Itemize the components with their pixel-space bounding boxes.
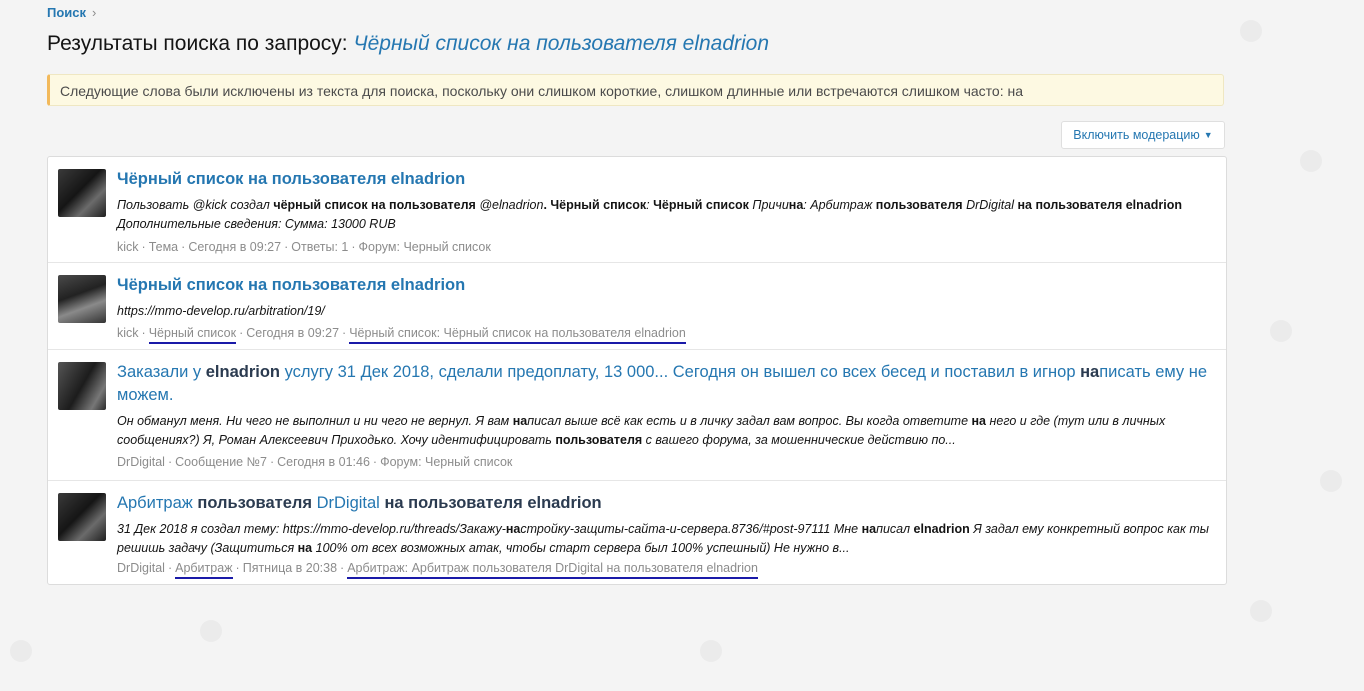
result-title[interactable]: Заказали у elnadrion услугу 31 Дек 2018,… xyxy=(117,361,1216,407)
replies-count: Ответы: 1 xyxy=(291,240,349,254)
content-type: Тема xyxy=(148,240,179,254)
search-results-list: Чёрный список на пользователя elnadrion … xyxy=(47,156,1227,585)
avatar[interactable] xyxy=(58,169,106,217)
forum-link[interactable]: Форум: Черный список xyxy=(359,240,491,254)
timestamp: Сегодня в 09:27 xyxy=(246,326,340,340)
result-snippet: https://mmo-develop.ru/arbitration/19/ xyxy=(117,304,325,318)
caret-down-icon: ▼ xyxy=(1203,130,1213,140)
thread-link[interactable]: Чёрный список: Чёрный список на пользова… xyxy=(349,326,686,344)
result-snippet: Пользовать @kick создал чёрный список на… xyxy=(117,198,1182,231)
search-result: Чёрный список на пользователя elnadrion … xyxy=(48,263,1226,350)
timestamp: Сегодня в 09:27 xyxy=(188,240,282,254)
thread-link[interactable]: Арбитраж: Арбитраж пользователя DrDigita… xyxy=(347,561,758,579)
result-meta: kick · Чёрный список · Сегодня в 09:27 · Чёрны… xyxy=(117,324,1216,344)
result-meta: DrDigital · Сообщение №7 · Сегодня в 01:46 · Ф… xyxy=(117,455,513,469)
avatar[interactable] xyxy=(58,493,106,541)
page-title: Результаты поиска по запросу: Чёрный спи… xyxy=(47,32,769,56)
author-link[interactable]: kick xyxy=(117,240,139,254)
avatar[interactable] xyxy=(58,362,106,410)
category-link[interactable]: Арбитраж xyxy=(175,561,233,579)
search-result: Заказали у elnadrion услугу 31 Дек 2018,… xyxy=(48,350,1226,481)
page-title-prefix: Результаты поиска по запросу: xyxy=(47,32,354,55)
content-type: Сообщение №7 xyxy=(175,455,267,469)
excluded-words-notice: Следующие слова были исключены из текста… xyxy=(47,74,1224,106)
forum-link[interactable]: Форум: Черный список xyxy=(380,455,512,469)
enable-moderation-label: Включить модерацию xyxy=(1073,128,1200,142)
timestamp: Пятница в 20:38 xyxy=(242,561,338,575)
author-link[interactable]: DrDigital xyxy=(117,455,165,469)
breadcrumb: Поиск › xyxy=(47,5,96,20)
page-title-query[interactable]: Чёрный список на пользователя elnadrion xyxy=(353,32,769,55)
chevron-right-icon: › xyxy=(92,5,97,20)
result-meta: DrDigital · Арбитраж · Пятница в 20:38 · Арбит… xyxy=(117,559,1216,579)
enable-moderation-button[interactable]: Включить модерацию ▼ xyxy=(1061,121,1225,149)
result-title[interactable]: Чёрный список на пользователя elnadrion xyxy=(117,274,1216,297)
search-result: Арбитраж пользователя DrDigital на польз… xyxy=(48,481,1226,584)
breadcrumb-search-link[interactable]: Поиск xyxy=(47,5,86,20)
author-link[interactable]: kick xyxy=(117,326,139,340)
result-title[interactable]: Чёрный список на пользователя elnadrion xyxy=(117,168,1216,191)
result-meta: kick · Тема · Сегодня в 09:27 · Ответы: 1 · Фору… xyxy=(117,240,491,254)
search-result: Чёрный список на пользователя elnadrion … xyxy=(48,157,1226,263)
category-link[interactable]: Чёрный список xyxy=(148,326,237,344)
avatar[interactable] xyxy=(58,275,106,323)
result-snippet: Он обманул меня. Ни чего не выполнил и н… xyxy=(117,414,1166,447)
timestamp: Сегодня в 01:46 xyxy=(277,455,370,469)
result-title[interactable]: Арбитраж пользователя DrDigital на польз… xyxy=(117,492,1216,515)
result-snippet: 31 Дек 2018 я создал тему: https://mmo-d… xyxy=(117,522,1209,555)
author-link[interactable]: DrDigital xyxy=(117,561,165,575)
